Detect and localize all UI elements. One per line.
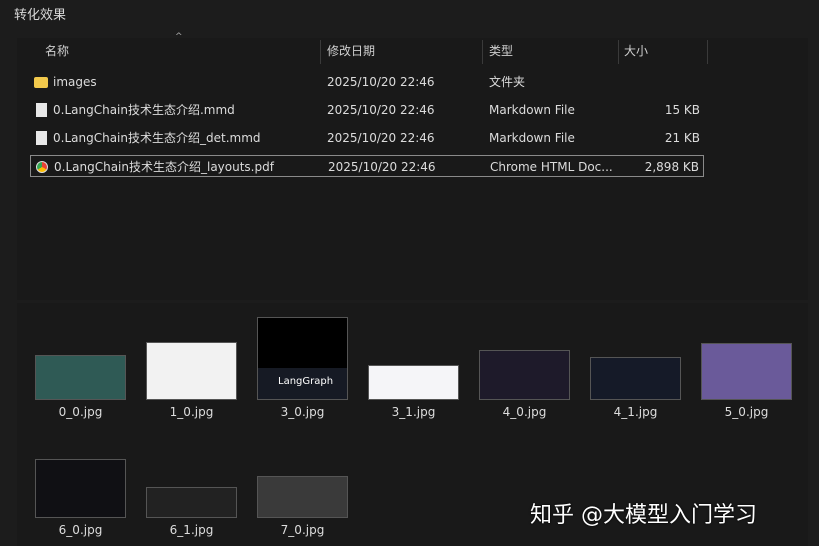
column-header-type[interactable]: 类型 [489,38,513,64]
column-divider[interactable] [707,40,708,64]
file-date: 2025/10/20 22:46 [327,103,435,117]
thumbnail-image: LangGraph [257,317,348,400]
file-type: 文件夹 [489,75,526,89]
thumbnail-label: 7_0.jpg [280,523,325,537]
watermark: 知乎 @大模型入门学习 [530,503,757,528]
thumbnail-label: 0_0.jpg [58,405,103,419]
file-row[interactable]: images 2025/10/20 22:46 文件夹 [30,71,704,93]
thumbnail-label: 6_0.jpg [58,523,103,537]
thumbnail-image [368,365,459,400]
folder-icon [34,77,48,88]
thumbnail-image [701,343,792,400]
thumbnail-image [479,350,570,400]
file-row-selected[interactable]: 0.LangChain技术生态介绍_layouts.pdf 2025/10/20… [30,155,704,177]
file-name: images [53,75,97,89]
file-name: 0.LangChain技术生态介绍_det.mmd [53,131,261,145]
column-divider[interactable] [482,40,483,64]
thumbnail-label: 6_1.jpg [169,523,214,537]
thumbnail-label: 4_0.jpg [502,405,547,419]
file-type: Chrome HTML Doc... [490,160,613,174]
column-header-date[interactable]: 修改日期 [327,38,375,64]
file-date: 2025/10/20 22:46 [327,131,435,145]
markdown-file-icon [36,131,47,145]
column-header-size[interactable]: 大小 [624,38,648,64]
window-title: 转化效果 [14,8,67,23]
thumbnail-label: 1_0.jpg [169,405,214,419]
thumbnail-image [146,487,237,518]
column-divider[interactable] [618,40,619,64]
file-type: Markdown File [489,103,575,117]
thumbnail-label: 3_0.jpg [280,405,325,419]
file-row[interactable]: 0.LangChain技术生态介绍_det.mmd 2025/10/20 22:… [30,127,704,149]
file-row[interactable]: 0.LangChain技术生态介绍.mmd 2025/10/20 22:46 M… [30,99,704,121]
thumbnail-label: 3_1.jpg [391,405,436,419]
thumbnail-image [257,476,348,518]
thumbnail-image [590,357,681,400]
thumbnail-label: 4_1.jpg [613,405,658,419]
file-name: 0.LangChain技术生态介绍.mmd [53,103,235,117]
file-date: 2025/10/20 22:46 [328,160,436,174]
thumbnail-image [35,459,126,518]
thumbnail-image [35,355,126,400]
file-size: 21 KB [664,131,700,145]
chrome-icon [36,161,48,173]
file-date: 2025/10/20 22:46 [327,75,435,89]
thumbnail-image [146,342,237,400]
markdown-file-icon [36,103,47,117]
file-type: Markdown File [489,131,575,145]
column-divider[interactable] [320,40,321,64]
thumbnail-label: 5_0.jpg [724,405,769,419]
file-size: 2,898 KB [644,160,699,174]
file-size: 15 KB [664,103,700,117]
file-name: 0.LangChain技术生态介绍_layouts.pdf [54,160,274,174]
sort-ascending-icon: ^ [175,32,183,42]
file-list-pane: ^ 名称 修改日期 类型 大小 images 2025/10/20 22:46 … [17,32,808,300]
thumbnail-caption: LangGraph [278,376,334,387]
column-header-name[interactable]: 名称 [45,38,69,64]
